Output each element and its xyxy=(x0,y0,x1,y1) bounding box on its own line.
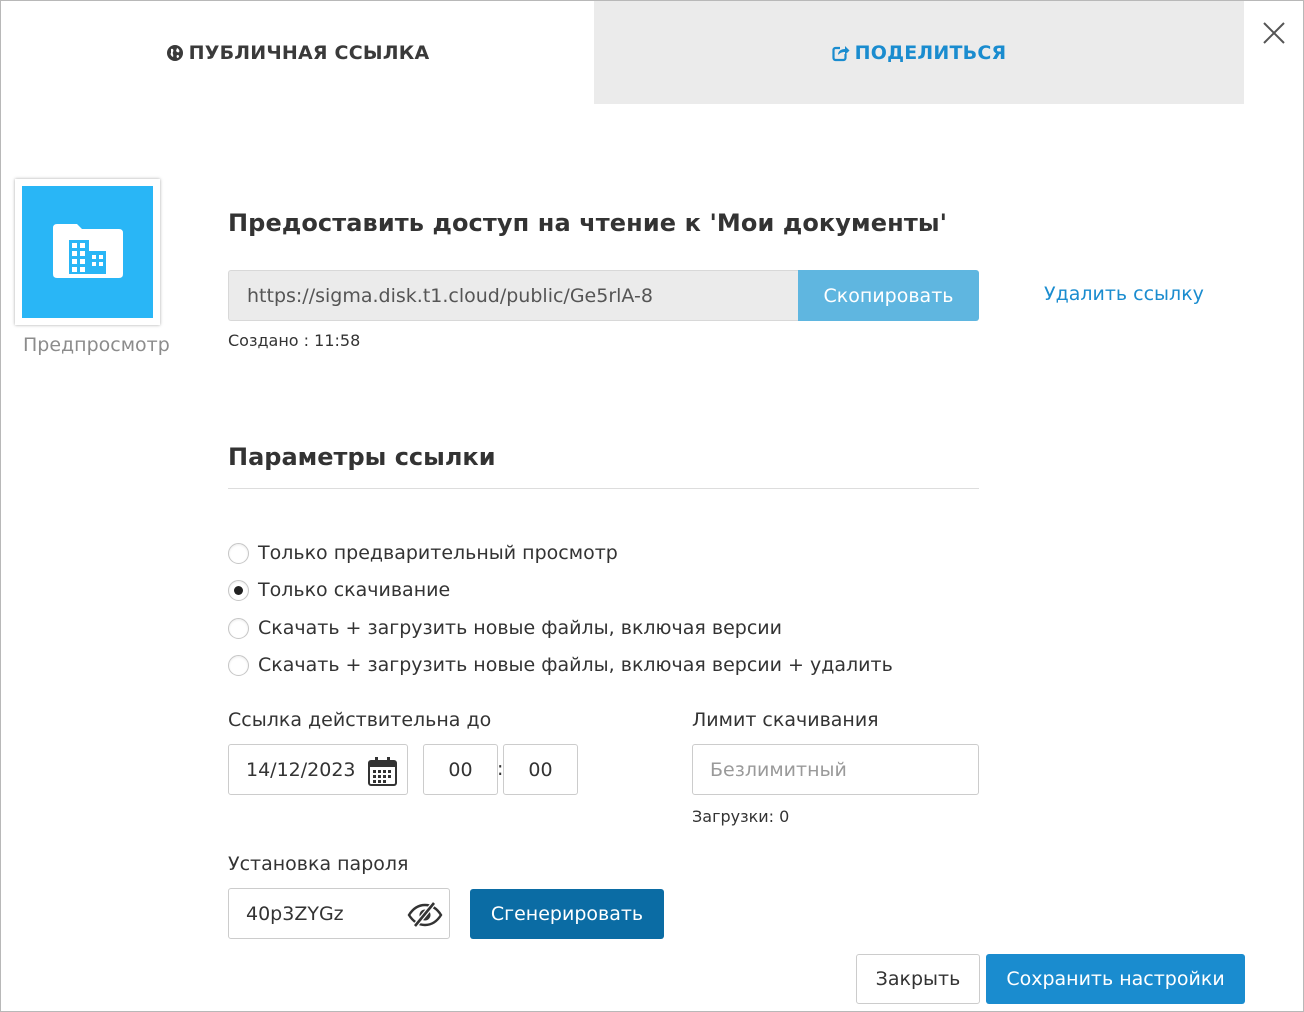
option-label: Скачать + загрузить новые файлы, включая… xyxy=(258,617,782,639)
copy-button[interactable]: Скопировать xyxy=(798,270,979,321)
tab-share-label: ПОДЕЛИТЬСЯ xyxy=(854,41,1007,64)
downloads-count: Загрузки: 0 xyxy=(692,807,790,826)
access-heading: Предоставить доступ на чтение к 'Мои док… xyxy=(228,209,948,237)
link-params-title: Параметры ссылки xyxy=(228,443,496,471)
preview-thumbnail[interactable] xyxy=(15,179,160,325)
save-settings-button[interactable]: Сохранить настройки xyxy=(986,954,1245,1004)
eye-slash-icon[interactable] xyxy=(407,901,443,928)
password-value: 40p3ZYGz xyxy=(246,902,344,925)
valid-until-label: Ссылка действительна до xyxy=(228,709,492,731)
option-label: Только скачивание xyxy=(258,579,451,601)
close-icon[interactable] xyxy=(1261,20,1287,46)
option-label: Скачать + загрузить новые файлы, включая… xyxy=(258,654,893,676)
option-download-upload-delete[interactable]: Скачать + загрузить новые файлы, включая… xyxy=(228,654,893,676)
divider xyxy=(228,488,979,489)
option-download-upload[interactable]: Скачать + загрузить новые файлы, включая… xyxy=(228,617,782,639)
globe-icon xyxy=(166,44,184,62)
hours-input[interactable]: 00 xyxy=(423,744,498,795)
delete-link-button[interactable]: Удалить ссылку xyxy=(1044,283,1204,305)
radio-button-checked[interactable] xyxy=(228,579,249,601)
generate-password-button[interactable]: Сгенерировать xyxy=(470,889,664,939)
date-value: 14/12/2023 xyxy=(246,758,356,781)
created-timestamp: Создано : 11:58 xyxy=(228,331,361,350)
radio-button[interactable] xyxy=(228,617,249,639)
public-url-value: https://sigma.disk.t1.cloud/public/Ge5rl… xyxy=(247,284,653,307)
public-link-dialog: ПУБЛИЧНАЯ ССЫЛКА ПОДЕЛИТЬСЯ Предпросмотр… xyxy=(0,0,1304,1012)
folder-building-icon xyxy=(51,220,125,284)
radio-button[interactable] xyxy=(228,654,249,676)
password-label: Установка пароля xyxy=(228,853,409,875)
download-limit-label: Лимит скачивания xyxy=(692,709,879,731)
download-limit-placeholder: Безлимитный xyxy=(710,758,847,781)
preview-tile xyxy=(22,186,153,318)
option-download-only[interactable]: Только скачивание xyxy=(228,579,450,601)
option-label: Только предварительный просмотр xyxy=(258,542,618,564)
preview-label: Предпросмотр xyxy=(23,334,170,356)
option-preview-only[interactable]: Только предварительный просмотр xyxy=(228,542,618,564)
tab-public-link-label: ПУБЛИЧНАЯ ССЫЛКА xyxy=(188,41,430,64)
radio-button[interactable] xyxy=(228,542,249,564)
tab-share[interactable]: ПОДЕЛИТЬСЯ xyxy=(594,1,1244,104)
close-button[interactable]: Закрыть xyxy=(856,954,980,1004)
calendar-icon[interactable] xyxy=(367,756,398,787)
tab-public-link[interactable]: ПУБЛИЧНАЯ ССЫЛКА xyxy=(1,1,594,104)
download-limit-input[interactable]: Безлимитный xyxy=(692,744,979,795)
share-icon xyxy=(832,44,850,62)
minutes-value: 00 xyxy=(528,758,553,781)
hours-value: 00 xyxy=(448,758,473,781)
public-url-field[interactable]: https://sigma.disk.t1.cloud/public/Ge5rl… xyxy=(228,270,799,321)
minutes-input[interactable]: 00 xyxy=(503,744,578,795)
